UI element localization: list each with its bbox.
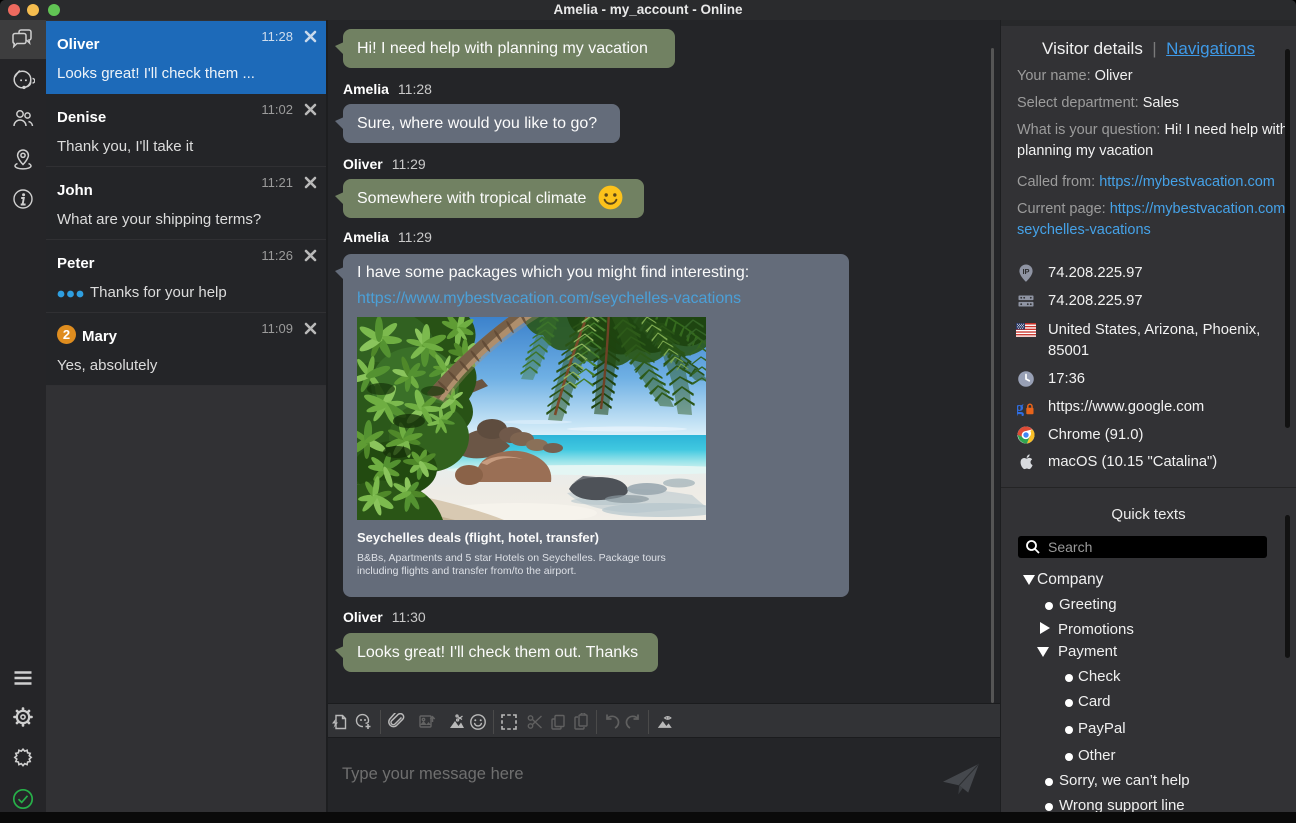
svg-text:g: g bbox=[1017, 398, 1024, 416]
svg-text:IP: IP bbox=[1022, 267, 1029, 276]
